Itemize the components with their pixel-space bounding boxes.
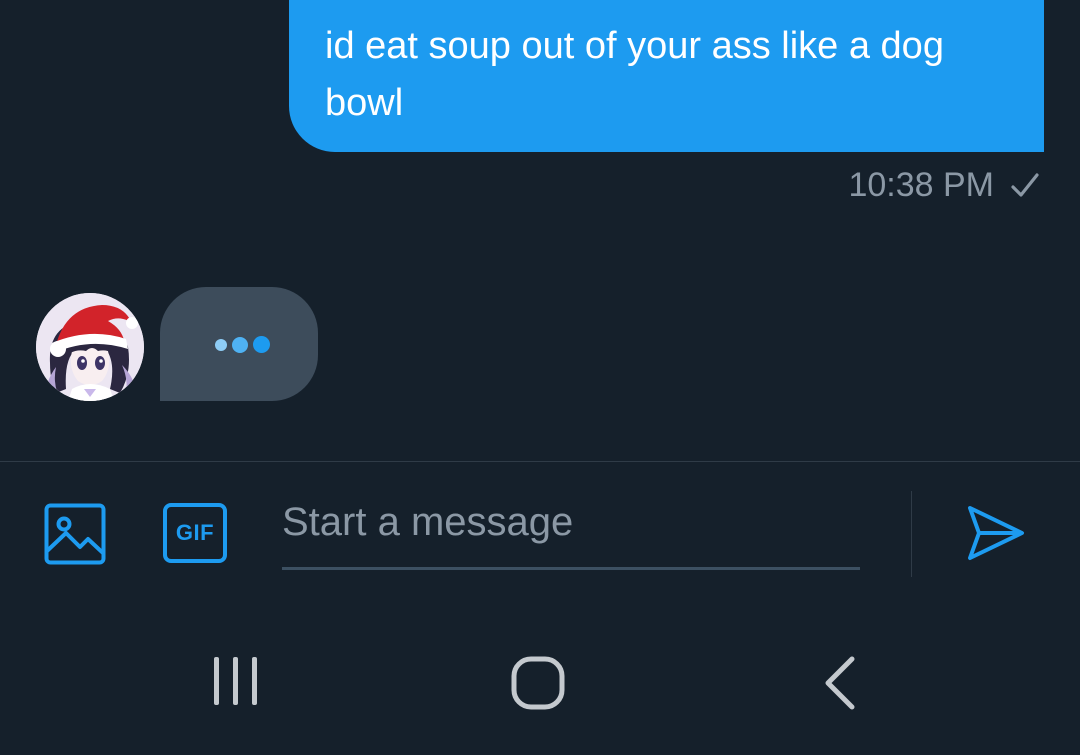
typing-dot bbox=[253, 336, 270, 353]
back-icon[interactable] bbox=[820, 655, 860, 711]
avatar[interactable] bbox=[36, 293, 144, 401]
message-input[interactable] bbox=[282, 492, 860, 570]
sent-message-bubble[interactable]: id eat soup out of your ass like a dog b… bbox=[289, 0, 1044, 152]
checkmark-icon bbox=[1011, 173, 1039, 197]
typing-dot bbox=[215, 339, 227, 351]
message-timestamp: 10:38 PM bbox=[848, 165, 994, 204]
image-icon[interactable] bbox=[44, 503, 106, 565]
composer-separator bbox=[911, 491, 912, 577]
recent-apps-icon[interactable] bbox=[210, 655, 262, 707]
message-meta: 10:38 PM bbox=[848, 163, 1040, 207]
dm-conversation-screen: id eat soup out of your ass like a dog b… bbox=[0, 0, 1080, 755]
composer-divider bbox=[0, 461, 1080, 462]
typing-dot bbox=[232, 337, 248, 353]
avatar-image bbox=[36, 293, 144, 401]
gif-label: GIF bbox=[175, 520, 215, 545]
gif-button[interactable]: GIF bbox=[163, 503, 227, 563]
typing-indicator bbox=[160, 287, 318, 401]
sent-message-text: id eat soup out of your ass like a dog b… bbox=[325, 25, 944, 124]
send-icon[interactable] bbox=[966, 503, 1026, 563]
home-icon[interactable] bbox=[510, 655, 566, 711]
